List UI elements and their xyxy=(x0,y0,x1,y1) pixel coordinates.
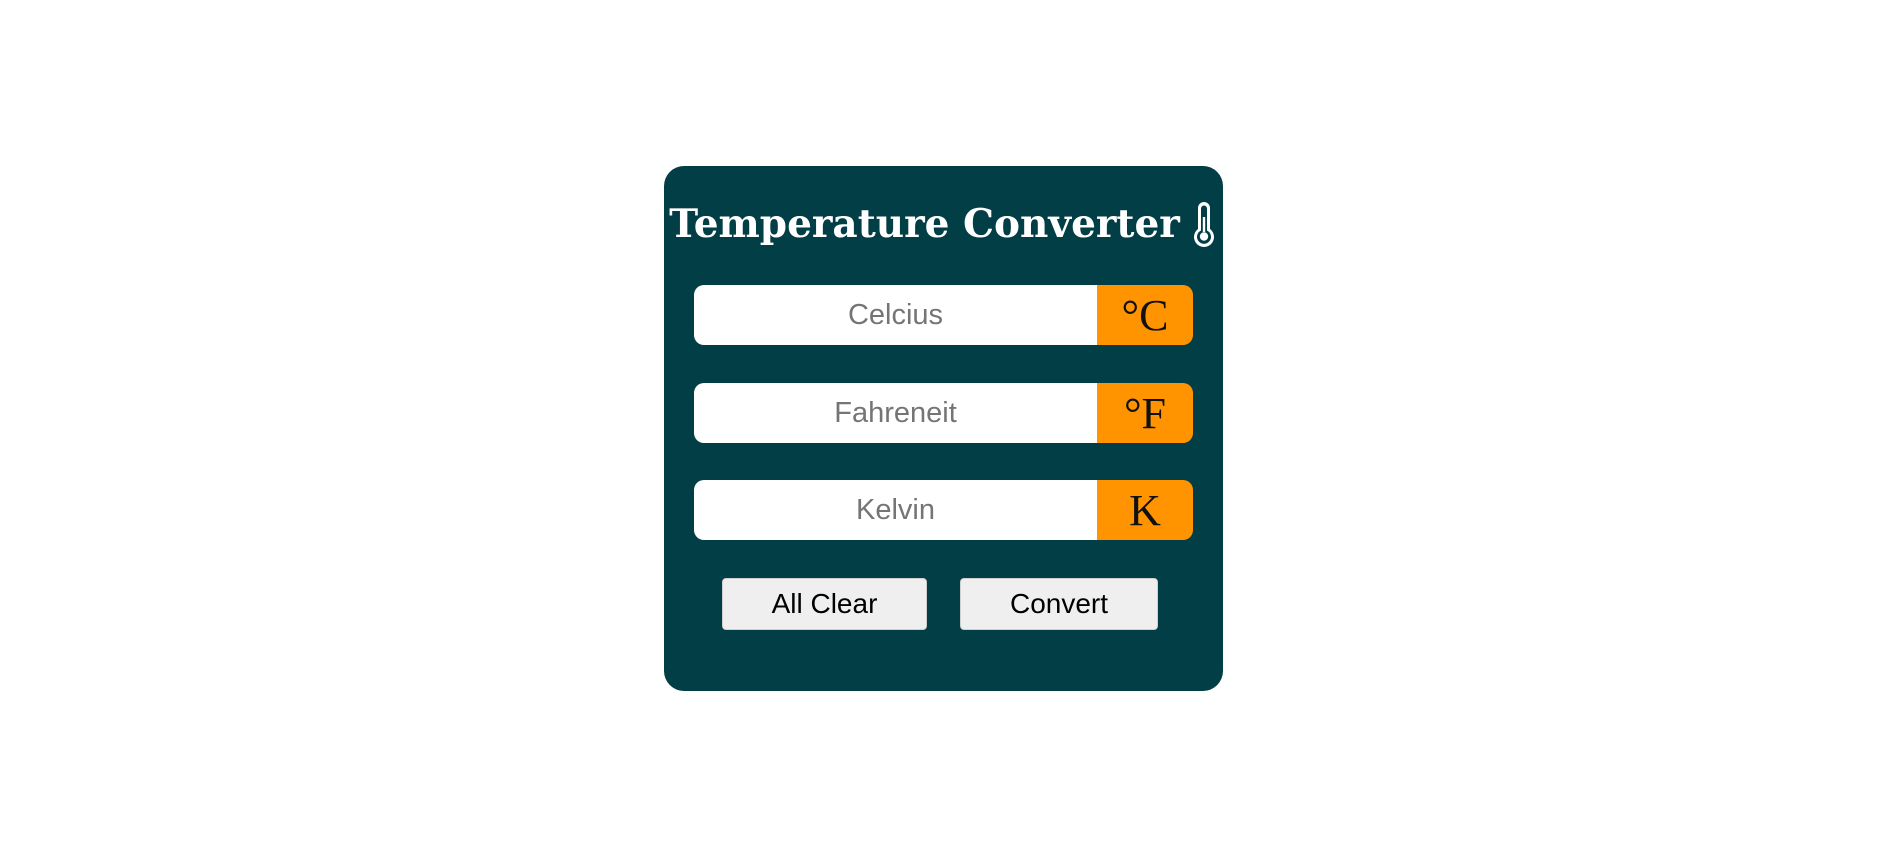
page-title: Temperature Converter xyxy=(669,201,1180,247)
fahreneit-row: °F xyxy=(694,383,1193,443)
thermometer-icon xyxy=(1190,201,1218,247)
celcius-row: °C xyxy=(694,285,1193,345)
all-clear-button[interactable]: All Clear xyxy=(722,578,927,630)
fahreneit-input[interactable] xyxy=(694,383,1097,443)
celcius-unit-label: °C xyxy=(1097,285,1193,345)
convert-button[interactable]: Convert xyxy=(960,578,1158,630)
title-row: Temperature Converter xyxy=(664,196,1223,252)
converter-card: Temperature Converter °C °F K All Clear … xyxy=(664,166,1223,691)
fahreneit-unit-label: °F xyxy=(1097,383,1193,443)
kelvin-input[interactable] xyxy=(694,480,1097,540)
celcius-input[interactable] xyxy=(694,285,1097,345)
kelvin-unit-label: K xyxy=(1097,480,1193,540)
kelvin-row: K xyxy=(694,480,1193,540)
